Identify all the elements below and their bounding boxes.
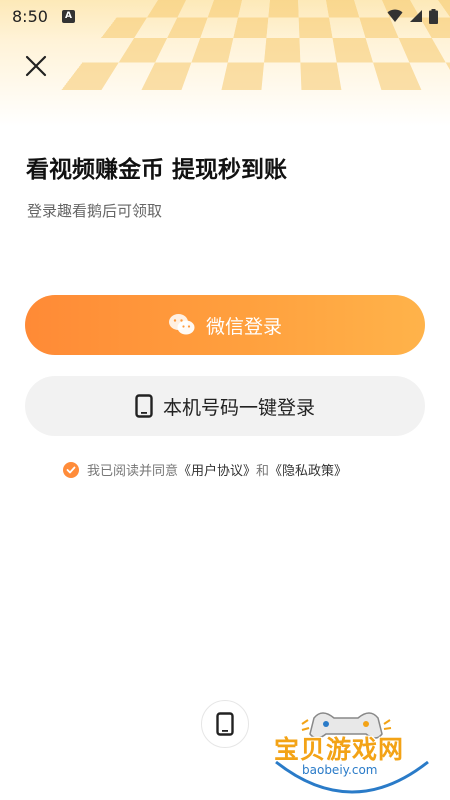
wifi-icon — [387, 9, 403, 22]
header-background — [0, 0, 450, 230]
signal-icon — [410, 10, 422, 22]
privacy-policy-link[interactable]: 《隐私政策》 — [269, 464, 347, 479]
phone-login-label: 本机号码一键登录 — [162, 396, 315, 419]
other-phone-login-button[interactable] — [201, 700, 249, 748]
status-bar: 8:50 A — [0, 0, 450, 32]
page-title: 看视频赚金币 提现秒到账 — [26, 157, 288, 183]
wechat-login-button[interactable]: 微信登录 — [25, 295, 425, 355]
status-time: 8:50 — [12, 6, 48, 26]
agreement-checkbox[interactable] — [63, 461, 79, 478]
watermark-url: baobeiy.com — [302, 763, 378, 777]
page-subtitle: 登录趣看鹅后可领取 — [27, 202, 163, 220]
close-button[interactable] — [22, 52, 50, 80]
agreement-prefix: 我已阅读并同意 — [87, 464, 179, 479]
agreement-row: 我已阅读并同意《用户协议》和《隐私政策》 — [63, 460, 347, 479]
one-click-phone-login-button[interactable]: 本机号码一键登录 — [25, 376, 425, 436]
user-agreement-link[interactable]: 《用户协议》 — [178, 464, 256, 479]
close-icon — [25, 55, 47, 77]
battery-icon — [429, 8, 438, 24]
wechat-icon — [168, 314, 195, 335]
notification-a-icon: A — [61, 9, 75, 23]
watermark-name: 宝贝游戏网 — [274, 735, 405, 764]
mobile-phone-icon — [216, 712, 234, 736]
agreement-conjunction: 和 — [256, 464, 270, 479]
phone-icon — [135, 394, 153, 418]
watermark: 宝贝游戏网 baobeiy.com — [262, 700, 442, 800]
status-icons — [387, 8, 438, 24]
wechat-login-label: 微信登录 — [205, 315, 282, 338]
checkmark-icon — [66, 466, 76, 473]
